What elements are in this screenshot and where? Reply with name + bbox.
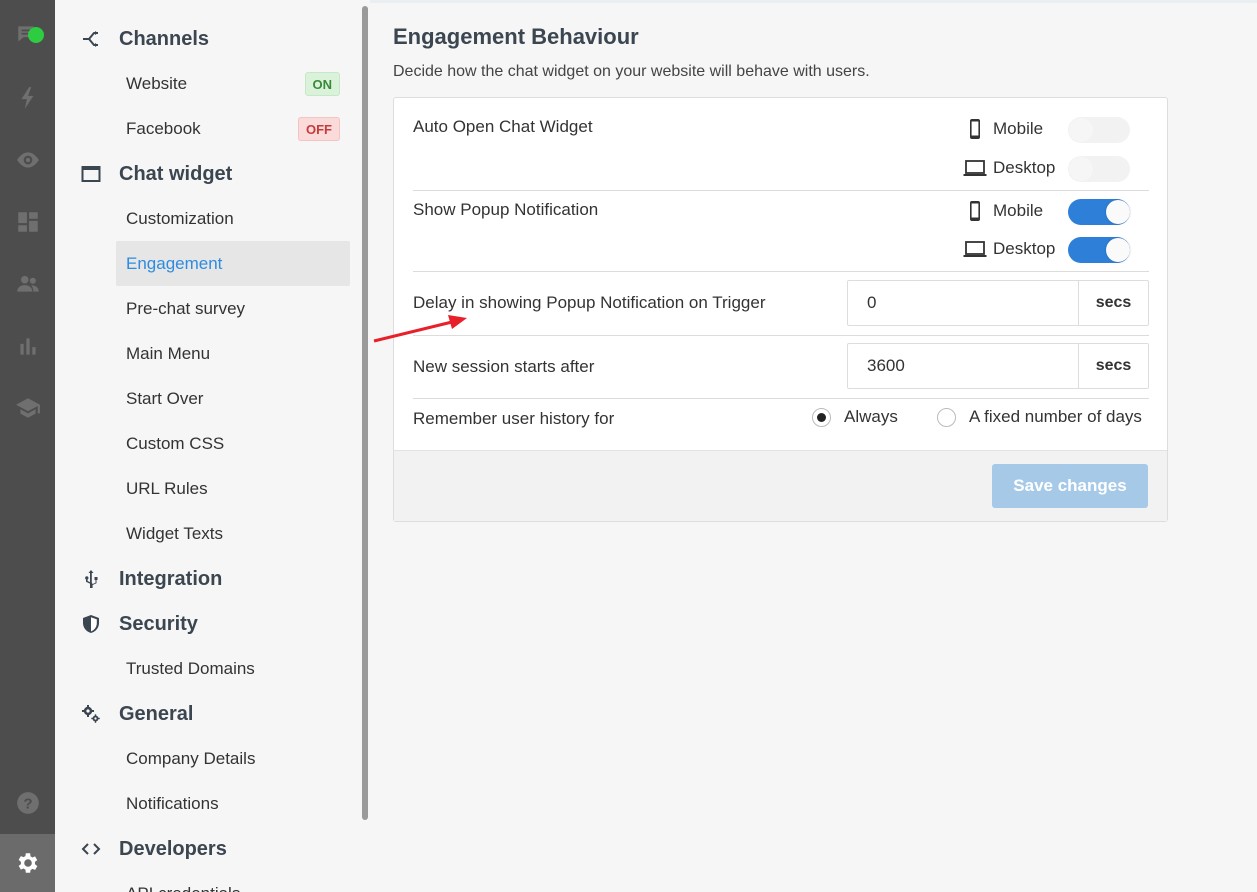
lightning-icon[interactable] [0, 75, 55, 121]
section-security: Security [80, 609, 198, 639]
device-label: Desktop [993, 239, 1056, 258]
auto-open-mobile: Mobile [963, 118, 1043, 140]
popup-desktop-toggle[interactable] [1068, 237, 1130, 263]
auto-open-label: Auto Open Chat Widget [413, 117, 593, 136]
device-label: Desktop [993, 158, 1056, 177]
save-changes-button[interactable]: Save changes [992, 464, 1148, 508]
sidebar-item-custom-css[interactable]: Custom CSS [116, 421, 350, 466]
sidebar-item-facebook[interactable]: Facebook OFF [116, 106, 350, 151]
section-title: Security [119, 612, 198, 635]
status-badge: ON [304, 72, 340, 96]
radio-unchecked[interactable] [937, 407, 956, 427]
sidebar-item-customization[interactable]: Customization [116, 196, 350, 241]
dashboard-icon[interactable] [0, 199, 55, 245]
auto-open-desktop: Desktop [963, 157, 1055, 179]
section-chat-widget: Chat widget [80, 159, 232, 189]
session-label: New session starts after [413, 357, 595, 376]
session-input-group: secs [847, 343, 1149, 389]
top-divider [370, 0, 1257, 3]
graduation-cap-icon[interactable] [0, 385, 55, 431]
section-channels: Channels [80, 24, 209, 54]
sidebar-item-notifications[interactable]: Notifications [116, 781, 350, 826]
section-general: General [80, 699, 193, 729]
sidebar-item-label: Website [126, 73, 188, 93]
sidebar-item-widget-texts[interactable]: Widget Texts [116, 511, 350, 556]
usb-icon [80, 568, 102, 590]
delay-unit: secs [1078, 281, 1148, 325]
sidebar-item-api-credentials[interactable]: API credentials [116, 871, 350, 892]
radio-label: Always [844, 407, 898, 426]
sidebar-item-start-over[interactable]: Start Over [116, 376, 350, 421]
row-divider [413, 271, 1149, 272]
auto-open-mobile-toggle[interactable] [1068, 117, 1130, 143]
mobile-icon [970, 201, 980, 221]
mobile-icon [970, 119, 980, 139]
gears-icon [80, 703, 102, 725]
page-subtitle: Decide how the chat widget on your websi… [393, 63, 870, 80]
sidebar-item-label: Facebook [126, 118, 201, 138]
delay-label: Delay in showing Popup Notification on T… [413, 293, 766, 312]
section-title: Integration [119, 567, 223, 590]
online-status-dot [28, 27, 44, 43]
laptop-icon [963, 241, 987, 257]
settings-icon[interactable] [0, 834, 55, 892]
help-icon[interactable]: ? [0, 780, 55, 826]
section-title: Channels [119, 27, 210, 50]
row-divider [413, 335, 1149, 336]
delay-input[interactable] [848, 281, 1078, 325]
icon-rail: ? [0, 0, 55, 892]
section-integration[interactable]: Integration [80, 564, 222, 594]
history-label: Remember user history for [413, 409, 615, 428]
sidebar-item-engagement[interactable]: Engagement [116, 241, 350, 286]
code-icon [80, 838, 102, 860]
main-content: Engagement Behaviour Decide how the chat… [370, 0, 1257, 892]
radio-checked[interactable] [812, 407, 831, 427]
session-input[interactable] [848, 344, 1078, 388]
sidebar-item-website[interactable]: Website ON [116, 61, 350, 106]
row-divider [413, 190, 1149, 191]
chat-icon[interactable] [0, 12, 55, 58]
share-icon [80, 28, 102, 50]
sidebar-item-company-details[interactable]: Company Details [116, 736, 350, 781]
popup-label: Show Popup Notification [413, 200, 599, 219]
window-icon [80, 163, 102, 185]
sidebar-item-trusted-domains[interactable]: Trusted Domains [116, 646, 350, 691]
bar-chart-icon[interactable] [0, 323, 55, 369]
sidebar-item-main-menu[interactable]: Main Menu [116, 331, 350, 376]
history-option-fixed-days[interactable]: A fixed number of days [937, 407, 1142, 427]
history-option-always[interactable]: Always [812, 407, 898, 427]
eye-icon[interactable] [0, 137, 55, 183]
radio-label: A fixed number of days [969, 407, 1142, 426]
session-unit: secs [1078, 344, 1148, 388]
section-title: Developers [119, 837, 227, 860]
section-developers: Developers [80, 834, 227, 864]
laptop-icon [963, 160, 987, 176]
section-title: General [119, 702, 194, 725]
toggle-knob [1069, 157, 1093, 181]
sidebar-item-url-rules[interactable]: URL Rules [116, 466, 350, 511]
shield-icon [80, 613, 102, 635]
svg-text:?: ? [23, 795, 32, 812]
status-badge: OFF [298, 117, 340, 141]
device-label: Mobile [993, 119, 1044, 138]
delay-input-group: secs [847, 280, 1149, 326]
section-title: Chat widget [119, 162, 233, 185]
toggle-knob [1106, 200, 1130, 224]
popup-desktop: Desktop [963, 238, 1055, 260]
sidebar-scrollbar[interactable] [362, 6, 368, 820]
auto-open-desktop-toggle[interactable] [1068, 156, 1130, 182]
popup-mobile-toggle[interactable] [1068, 199, 1130, 225]
card-footer: Save changes [394, 450, 1167, 521]
popup-mobile: Mobile [963, 200, 1043, 222]
users-icon[interactable] [0, 261, 55, 307]
settings-sidebar: Channels Website ON Facebook OFF Chat wi… [55, 0, 369, 892]
engagement-card: Auto Open Chat Widget Mobile Desktop Sho… [393, 97, 1168, 522]
toggle-knob [1106, 238, 1130, 262]
page-title: Engagement Behaviour [393, 24, 639, 49]
sidebar-item-pre-chat-survey[interactable]: Pre-chat survey [116, 286, 350, 331]
device-label: Mobile [993, 201, 1044, 220]
row-divider [413, 398, 1149, 399]
toggle-knob [1069, 118, 1093, 142]
